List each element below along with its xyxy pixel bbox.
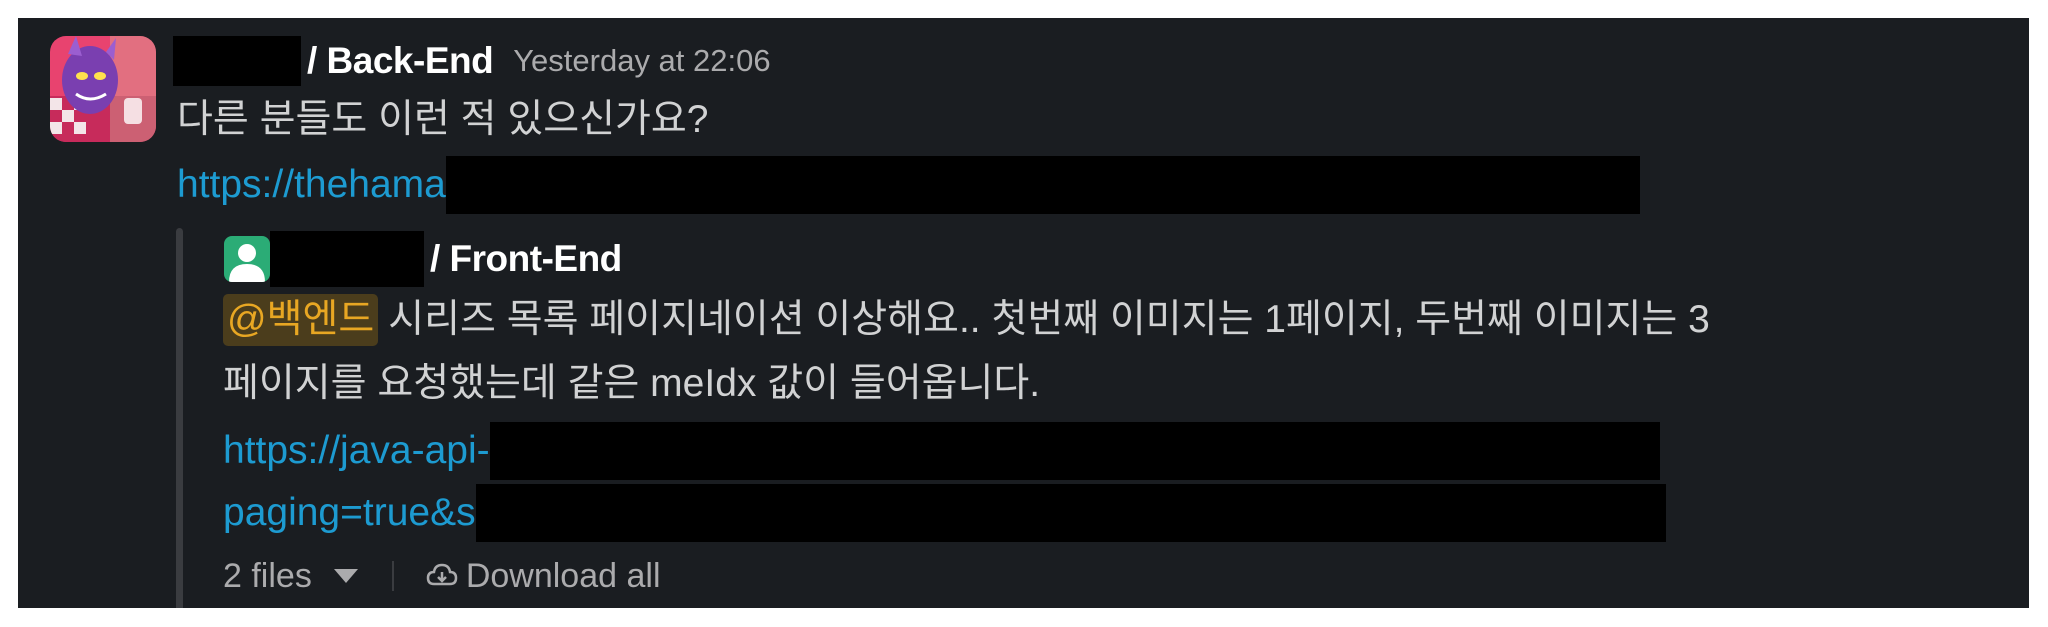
quoted-text-line-2: 페이지를 요청했는데 같은 meIdx 값이 들어옵니다. (223, 362, 1041, 405)
quoted-link-row-1: https://java-api- (223, 422, 1660, 480)
message-window: / Back-End Yesterday at 22:06 다른 분들도 이런 … (18, 18, 2029, 608)
files-count[interactable]: 2 files (223, 557, 312, 596)
quoted-author-name[interactable]: / Front-End (430, 238, 622, 280)
divider (391, 561, 394, 591)
chevron-down-icon[interactable] (333, 569, 358, 583)
author-name[interactable]: / Back-End (307, 40, 494, 82)
quoted-text-line-1: @백엔드 시리즈 목록 페이지네이션 이상해요.. 첫번째 이미지는 1페이지, … (223, 294, 1710, 346)
redacted-quoted-name (270, 231, 424, 287)
avatar-illustration (50, 36, 156, 142)
sender-avatar[interactable] (50, 36, 156, 142)
message-header: / Back-End Yesterday at 22:06 (173, 36, 771, 86)
message-text: 다른 분들도 이런 적 있으신가요? (177, 98, 709, 141)
redacted-link (445, 156, 1640, 214)
message-timestamp[interactable]: Yesterday at 22:06 (513, 43, 770, 79)
redacted-quoted-link-1 (489, 422, 1660, 480)
download-all-button[interactable]: Download all (426, 557, 661, 596)
quoted-link-row-2: paging=true&s (223, 484, 1666, 542)
quoted-header: / Front-End (270, 231, 622, 287)
attachments-row: 2 files Download all (223, 552, 661, 600)
download-all-label: Download all (465, 556, 661, 595)
quoted-link-2[interactable]: paging=true&s (223, 487, 476, 539)
user-icon (229, 244, 265, 282)
redacted-name (173, 36, 301, 86)
message-link[interactable]: https://thehama (177, 159, 446, 211)
mention-tag[interactable]: @백엔드 (223, 294, 379, 346)
cloud-download-icon (426, 563, 458, 586)
quote-bar (176, 228, 183, 608)
quoted-text-1: 시리즈 목록 페이지네이션 이상해요.. 첫번째 이미지는 1페이지, 두번째 … (388, 298, 1710, 341)
quoted-avatar[interactable] (224, 236, 270, 282)
redacted-quoted-link-2 (475, 484, 1666, 542)
message-link-row: https://thehama (177, 156, 1640, 214)
quoted-link-1[interactable]: https://java-api- (223, 425, 490, 477)
